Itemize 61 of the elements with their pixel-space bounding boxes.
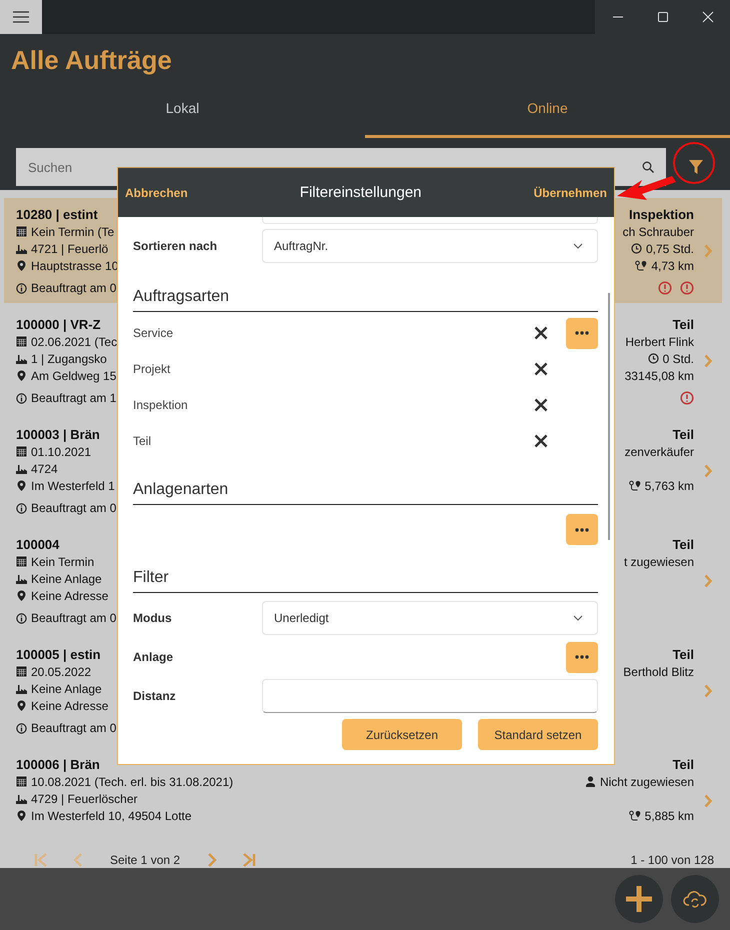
assignment-note: Beauftragt am 1 xyxy=(31,391,116,405)
field-label: Sortieren nach xyxy=(133,239,218,253)
assignee-label: zenverkäufer xyxy=(624,444,694,458)
address-label: Keine Adresse xyxy=(31,588,108,602)
assignee-label: Berthold Blitz xyxy=(623,664,694,678)
order-title: 100005 | estin xyxy=(16,647,101,662)
assignment-note: Beauftragt am 0 xyxy=(31,501,116,515)
order-date: 01.10.2021 xyxy=(31,444,92,458)
order-type: Teil xyxy=(672,647,694,662)
order-type-label: Projekt xyxy=(133,362,172,376)
distance-label: 5,763 km xyxy=(644,478,694,492)
page-title: Alle Aufträge xyxy=(10,44,173,76)
dialog-title: Filtereinstellungen xyxy=(300,184,422,201)
order-date: Kein Termin xyxy=(31,554,94,568)
order-date: 02.06.2021 (Tec xyxy=(31,334,118,348)
order-type-label: Service xyxy=(133,326,174,340)
assignee-label: ch Schrauber xyxy=(622,224,694,238)
order-type: Teil xyxy=(672,537,694,552)
distance-label: 5,885 km xyxy=(644,808,694,822)
distance-label: 33145,08 km xyxy=(624,368,694,382)
order-type-label: Teil xyxy=(133,434,152,448)
address-label: Keine Adresse xyxy=(31,698,108,712)
assignment-note: Beauftragt am 0 xyxy=(31,721,116,735)
order-title: 100004 xyxy=(16,537,60,552)
distance-label: 4,73 km xyxy=(651,258,694,272)
address-label: Im Westerfeld 1 xyxy=(31,478,115,492)
order-type: Inspektion xyxy=(628,207,694,222)
assignment-note: Beauftragt am 0 xyxy=(31,281,116,295)
order-type: Teil xyxy=(672,317,694,332)
asset-label: 4721 | Feuerlö xyxy=(31,242,108,256)
order-title: 100003 | Brän xyxy=(16,427,100,442)
assignee-label: Nicht zugewiesen xyxy=(600,774,694,788)
order-title: 10280 | estint xyxy=(16,207,98,222)
order-title: 100000 | VR-Z xyxy=(16,317,101,332)
order-type-label: Inspektion xyxy=(133,398,189,412)
field-label: Distanz xyxy=(133,689,177,703)
asset-label: Keine Anlage xyxy=(31,572,102,586)
assignee-label: t zugewiesen xyxy=(624,554,694,568)
section-title: Auftragsarten xyxy=(133,288,598,312)
order-date: Kein Termin (Te xyxy=(31,224,114,238)
order-date: 10.08.2021 (Tech. erl. bis 31.08.2021) xyxy=(31,774,234,788)
asset-label: 1 | Zugangsko xyxy=(31,352,107,366)
page-label: Seite 1 von 2 xyxy=(109,853,182,867)
asset-label: 4729 | Feuerlöscher xyxy=(31,792,138,806)
section-title: Anlagenarten xyxy=(133,481,598,505)
order-type: Teil xyxy=(672,757,694,772)
asset-label: 4724 xyxy=(31,462,58,476)
assignee-label: Herbert Flink xyxy=(625,334,694,348)
result-range: 1 - 100 von 128 xyxy=(630,853,714,867)
hours-label: 0,75 Std. xyxy=(646,242,694,256)
assignment-note: Beauftragt am 0 xyxy=(31,611,116,625)
field-label: Anlage xyxy=(133,650,174,664)
hours-label: 0 Std. xyxy=(662,352,694,366)
address-label: Im Westerfeld 10, 49504 Lotte xyxy=(31,808,192,822)
order-title: 100006 | Brän xyxy=(16,757,100,772)
order-date: 20.05.2022 xyxy=(31,664,92,678)
section-title: Filter xyxy=(133,569,598,593)
asset-label: Keine Anlage xyxy=(31,682,102,696)
field-label: Modus xyxy=(133,611,173,625)
order-type: Teil xyxy=(672,427,694,442)
address-label: Am Geldweg 15 xyxy=(31,368,116,382)
